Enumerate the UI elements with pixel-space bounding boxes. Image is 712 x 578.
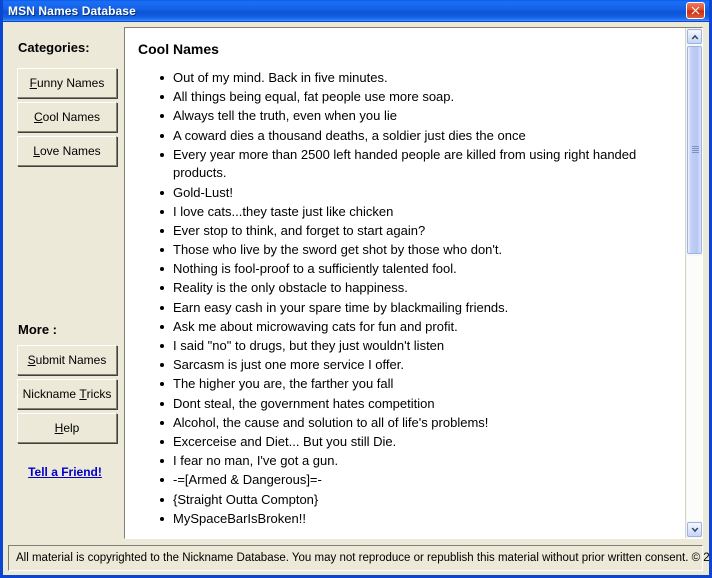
button-label-rest: unny Names xyxy=(37,76,104,90)
scrollbar-thumb[interactable] xyxy=(687,46,702,254)
close-icon xyxy=(691,6,700,15)
list-item: I fear no man, I've got a gun. xyxy=(173,452,675,471)
chevron-down-icon xyxy=(691,527,699,533)
category-button-love-names[interactable]: Love Names xyxy=(17,136,117,166)
accelerator-letter: H xyxy=(55,421,64,435)
list-item: Ask me about microwaving cats for fun an… xyxy=(173,318,675,337)
scroll-down-button[interactable] xyxy=(687,522,702,537)
list-item: All things being equal, fat people use m… xyxy=(173,88,675,107)
list-item: MySpaceBarIsBroken!! xyxy=(173,510,675,529)
button-label-rest: ricks xyxy=(87,387,112,401)
list-item: Out of my mind. Back in five minutes. xyxy=(173,69,675,88)
window-title: MSN Names Database xyxy=(8,4,686,18)
application-window: MSN Names Database Categories: Funny Nam… xyxy=(0,0,712,578)
list-item: Sarcasm is just one more service I offer… xyxy=(173,356,675,375)
accelerator-letter: T xyxy=(79,387,86,401)
accelerator-letter: F xyxy=(30,76,37,90)
list-item: I said "no" to drugs, but they just woul… xyxy=(173,337,675,356)
list-item: I love cats...they taste just like chick… xyxy=(173,203,675,222)
list-item: Nothing is fool-proof to a sufficiently … xyxy=(173,260,675,279)
list-item: Earn easy cash in your spare time by bla… xyxy=(173,299,675,318)
scrollbar-track[interactable] xyxy=(687,256,702,521)
scrollbar-grip-icon xyxy=(692,145,699,155)
list-item: -=[Armed & Dangerous]=- xyxy=(173,471,675,490)
list-item: Reality is the only obstacle to happines… xyxy=(173,279,675,298)
list-item: Every year more than 2500 left handed pe… xyxy=(173,146,675,183)
list-item: Those who live by the sword get shot by … xyxy=(173,241,675,260)
button-label-rest: ove Names xyxy=(40,144,101,158)
button-label-start: Nickname xyxy=(23,387,80,401)
sidebar: Categories: Funny Names Cool Names Love … xyxy=(8,27,122,539)
accelerator-letter: L xyxy=(33,144,40,158)
window-client-area: Categories: Funny Names Cool Names Love … xyxy=(3,22,709,575)
accelerator-letter: C xyxy=(34,110,43,124)
category-button-funny-names[interactable]: Funny Names xyxy=(17,68,117,98)
footer-bar: All material is copyrighted to the Nickn… xyxy=(8,545,703,571)
more-button-help[interactable]: Help xyxy=(17,413,117,443)
category-button-cool-names[interactable]: Cool Names xyxy=(17,102,117,132)
list-item: Dont steal, the government hates competi… xyxy=(173,395,675,414)
list-item: The higher you are, the farther you fall xyxy=(173,375,675,394)
accelerator-letter: S xyxy=(28,353,36,367)
content-scroll-area: Cool Names Out of my mind. Back in five … xyxy=(125,28,685,538)
chevron-up-icon xyxy=(691,34,699,40)
more-heading: More : xyxy=(18,322,57,337)
more-button-nickname-tricks[interactable]: Nickname Tricks xyxy=(17,379,117,409)
scroll-up-button[interactable] xyxy=(687,29,702,44)
list-item: Gold-Lust! xyxy=(173,184,675,203)
title-bar: MSN Names Database xyxy=(3,0,709,22)
categories-heading: Categories: xyxy=(18,40,90,55)
close-button[interactable] xyxy=(686,2,705,19)
button-label-rest: elp xyxy=(63,421,79,435)
list-item: {Straight Outta Compton} xyxy=(173,491,675,510)
more-button-submit-names[interactable]: Submit Names xyxy=(17,345,117,375)
list-item: A coward dies a thousand deaths, a soldi… xyxy=(173,127,675,146)
list-item: Alcohol, the cause and solution to all o… xyxy=(173,414,675,433)
content-heading: Cool Names xyxy=(138,41,685,57)
button-label-rest: ubmit Names xyxy=(36,353,107,367)
names-list: Out of my mind. Back in five minutes.All… xyxy=(125,69,685,528)
list-item: Excerceise and Diet... But you still Die… xyxy=(173,433,675,452)
button-label-rest: ool Names xyxy=(43,110,100,124)
list-item: Always tell the truth, even when you lie xyxy=(173,107,675,126)
vertical-scrollbar[interactable] xyxy=(685,28,702,538)
copyright-text: All material is copyrighted to the Nickn… xyxy=(16,552,712,564)
tell-a-friend-link[interactable]: Tell a Friend! xyxy=(8,465,122,479)
list-item: Ever stop to think, and forget to start … xyxy=(173,222,675,241)
content-panel: Cool Names Out of my mind. Back in five … xyxy=(124,27,703,539)
